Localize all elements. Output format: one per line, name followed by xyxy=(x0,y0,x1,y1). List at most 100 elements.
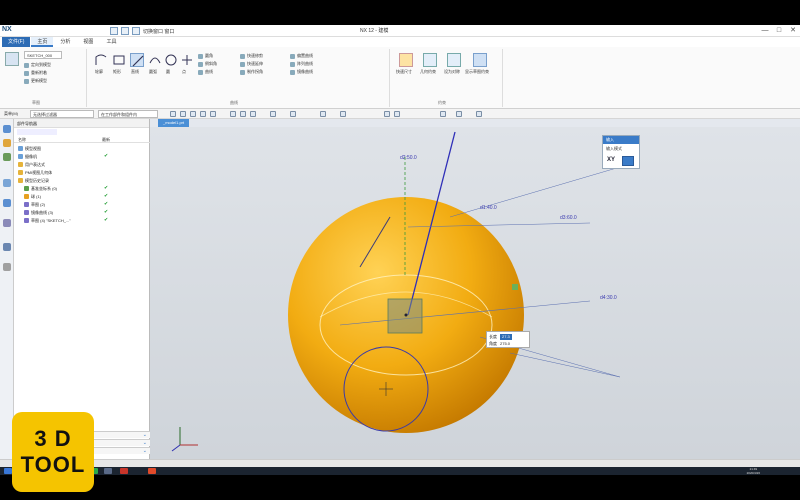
snap-center-icon[interactable] xyxy=(190,111,196,117)
analysis-icon[interactable] xyxy=(476,111,482,117)
grid-icon[interactable] xyxy=(440,111,446,117)
offset-icon xyxy=(290,53,295,59)
tree-item[interactable]: 草图 (2) xyxy=(24,201,45,208)
tree-item[interactable]: 用户表达式 xyxy=(18,161,45,168)
tab-file[interactable]: 文件(F) xyxy=(2,37,31,47)
history-icon[interactable] xyxy=(3,219,11,227)
explorer-icon[interactable] xyxy=(104,468,112,474)
xy-mode-button[interactable]: XY xyxy=(607,157,615,163)
quick-extend-button[interactable]: 快速延伸 xyxy=(240,61,263,67)
reattach-button[interactable]: 重新附着 xyxy=(24,70,47,76)
snap-endpoint-icon[interactable] xyxy=(170,111,176,117)
menu-button[interactable]: 菜单(M) xyxy=(2,110,26,118)
dimension-label-d1[interactable]: d1:40.0 xyxy=(480,205,497,211)
render-style-icon[interactable] xyxy=(270,111,276,117)
tree-item[interactable]: 球 (1) xyxy=(24,193,41,200)
profile-button[interactable] xyxy=(94,53,108,67)
tree-item[interactable]: PMI视图几何体 xyxy=(18,169,52,176)
expand-chevron-icon: ⌄ xyxy=(142,432,147,438)
channel-logo: 3 D TOOL xyxy=(12,412,94,492)
type-filter-dropdown[interactable]: 无选择过滤器 xyxy=(30,110,94,118)
start-icon[interactable] xyxy=(4,468,12,474)
chamfer-button[interactable]: 倒斜角 xyxy=(198,61,217,67)
close-button[interactable]: ✕ xyxy=(786,25,800,37)
minimize-button[interactable]: — xyxy=(758,25,772,37)
clock[interactable]: 21:49 2020/4/26 xyxy=(747,467,760,475)
quick-trim-button[interactable]: 快速修剪 xyxy=(240,53,263,59)
arc-button[interactable] xyxy=(148,53,162,67)
dimension-label-d3[interactable]: d3:60.0 xyxy=(560,215,577,221)
show-hide-icon[interactable] xyxy=(340,111,346,117)
fillet-button[interactable]: 圆角 xyxy=(198,53,213,59)
snap-midpoint-icon[interactable] xyxy=(180,111,186,117)
redo-icon[interactable] xyxy=(132,27,140,35)
snap-quadrant-icon[interactable] xyxy=(200,111,206,117)
fit-view-icon[interactable] xyxy=(230,111,236,117)
tree-item[interactable]: 镜像曲线 (3) xyxy=(24,209,53,216)
show-constraints-icon[interactable] xyxy=(473,53,487,67)
curve-button[interactable]: 曲线 xyxy=(198,69,213,75)
reuse-library-icon[interactable] xyxy=(3,179,11,187)
navigator-filter[interactable] xyxy=(17,129,57,135)
tree-item-label: 球 (1) xyxy=(31,194,41,199)
update-model-button[interactable]: 更新模型 xyxy=(24,78,47,84)
switch-window-label[interactable]: 切换窗口 窗口 xyxy=(143,28,174,35)
sketch-name-dropdown[interactable]: SKETCH_000 xyxy=(24,51,62,59)
nx-taskbar-icon[interactable] xyxy=(148,468,156,474)
parameter-mode-button[interactable] xyxy=(622,156,634,166)
snap-intersection-icon[interactable] xyxy=(210,111,216,117)
tree-item[interactable]: 模型视图 xyxy=(18,145,41,152)
point-button[interactable] xyxy=(180,53,194,67)
layer-icon[interactable] xyxy=(384,111,390,117)
system-materials-icon[interactable] xyxy=(3,243,11,251)
maximize-button[interactable]: □ xyxy=(772,25,786,37)
make-symmetric-icon[interactable] xyxy=(447,53,461,67)
tree-item[interactable]: 草图 (4) "SKETCH_..." xyxy=(24,217,71,224)
part-navigator-icon[interactable] xyxy=(3,125,11,133)
circle-button[interactable] xyxy=(164,53,178,67)
graphics-tab[interactable]: _model1.prt xyxy=(158,119,190,127)
tab-analysis[interactable]: 分析 xyxy=(54,37,76,47)
rotate-icon[interactable] xyxy=(250,111,256,117)
up-to-date-check-icon: ✔ xyxy=(104,153,109,159)
offset-curve-button[interactable]: 偏置曲线 xyxy=(290,53,313,59)
tree-item[interactable]: 模型历史记录 xyxy=(18,177,49,184)
roles-icon[interactable] xyxy=(3,263,11,271)
tree-item[interactable]: 摄像机 xyxy=(18,153,37,160)
mirror-curve-button[interactable]: 镜像曲线 xyxy=(290,69,313,75)
tab-tools[interactable]: 工具 xyxy=(100,37,122,47)
make-corner-button[interactable]: 制作拐角 xyxy=(240,69,263,75)
graphics-window[interactable]: d2:50.0 d1:40.0 d3:60.0 d4:30.0 输入 输入模式 … xyxy=(150,127,800,459)
angle-row: 角度 275.0 xyxy=(489,341,510,347)
constraint-navigator-icon[interactable] xyxy=(3,153,11,161)
section-icon[interactable] xyxy=(320,111,326,117)
rapid-dimension-icon[interactable] xyxy=(399,53,413,67)
tab-view[interactable]: 视图 xyxy=(77,37,99,47)
orient-icon xyxy=(24,62,29,68)
web-browser-icon[interactable] xyxy=(3,199,11,207)
dimension-label-d2[interactable]: d2:50.0 xyxy=(400,155,417,161)
line-button[interactable] xyxy=(130,53,144,67)
scope-dropdown[interactable]: 在工作部件和组件内 xyxy=(98,110,158,118)
zoom-icon[interactable] xyxy=(240,111,246,117)
geometric-constraint-icon[interactable] xyxy=(423,53,437,67)
view-orient-icon[interactable] xyxy=(290,111,296,117)
save-icon[interactable] xyxy=(110,27,118,35)
tab-home[interactable]: 主页 xyxy=(31,37,54,47)
length-input[interactable]: 27.3 xyxy=(500,334,512,340)
angle-input[interactable]: 275.0 xyxy=(500,341,510,347)
tree-item[interactable]: 基准坐标系 (0) xyxy=(24,185,57,192)
dimension-label-d4[interactable]: d4:30.0 xyxy=(600,295,617,301)
wcs-icon[interactable] xyxy=(394,111,400,117)
undo-icon[interactable] xyxy=(121,27,129,35)
mirror-icon xyxy=(290,69,295,75)
rectangle-button[interactable] xyxy=(112,53,126,67)
finish-sketch-icon[interactable] xyxy=(5,52,19,66)
pattern-curve-button[interactable]: 阵列曲线 xyxy=(290,61,313,67)
orient-to-model-button[interactable]: 定向到模型 xyxy=(24,62,51,68)
assembly-navigator-icon[interactable] xyxy=(3,139,11,147)
column-update[interactable]: 最新 xyxy=(102,136,110,143)
recorder-icon[interactable] xyxy=(120,468,128,474)
measure-icon[interactable] xyxy=(456,111,462,117)
column-name[interactable]: 名称 xyxy=(18,136,26,143)
